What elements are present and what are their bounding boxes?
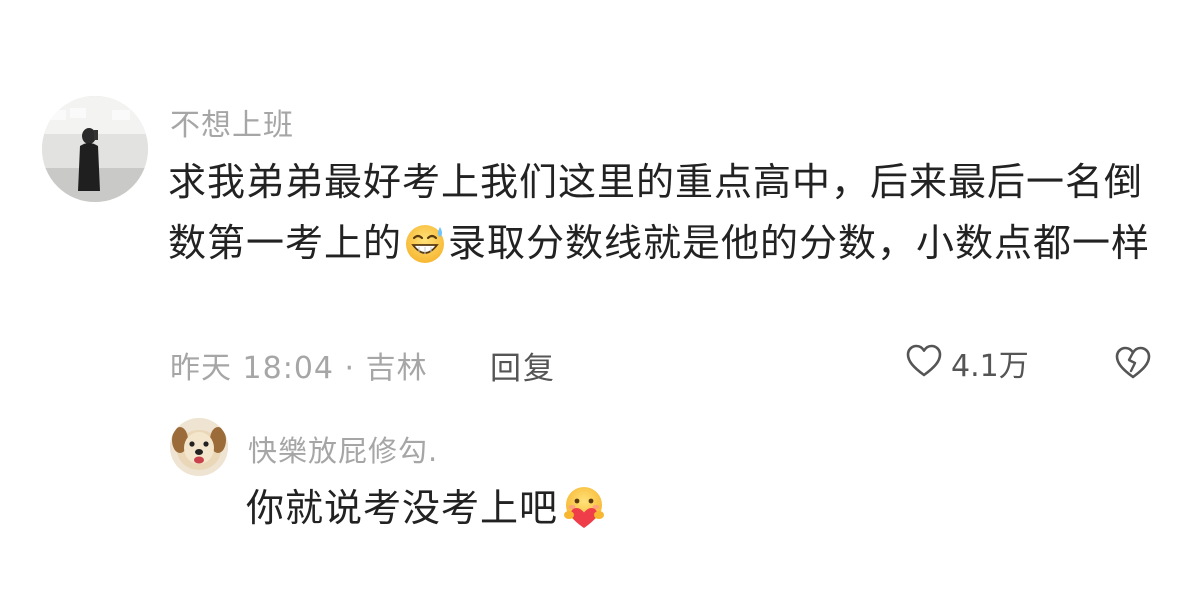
avatar[interactable] — [42, 96, 148, 202]
reply-text: 你就说考没考上吧 — [246, 478, 610, 548]
comment-username[interactable]: 不想上班 — [170, 100, 294, 144]
heart-hug-emoji-icon — [559, 484, 609, 548]
reply-button[interactable]: 回复 — [490, 343, 556, 388]
comment-text-part2: 录取分数线就是他的分数，小数点都一样 — [448, 221, 1151, 265]
reply-avatar[interactable] — [170, 418, 228, 476]
like-count: 4.1万 — [951, 349, 1029, 384]
comment-thread: 不想上班 求我弟弟最好考上我们这里的重点高中，后来最后一名倒数第一考上的 录取分… — [0, 0, 1200, 600]
broken-heart-icon — [1113, 346, 1153, 385]
reply-text-content: 你就说考没考上吧 — [246, 486, 559, 530]
comment-text: 求我弟弟最好考上我们这里的重点高中，后来最后一名倒数第一考上的 录取分数线就是他… — [168, 152, 1158, 283]
heart-outline-icon — [905, 343, 943, 383]
grinning-sweat-emoji-icon — [403, 221, 447, 283]
like-button[interactable]: 4.1万 — [905, 343, 1029, 384]
dislike-button[interactable] — [1113, 345, 1153, 385]
comment-meta: 昨天 18:04 · 吉林 — [170, 351, 428, 386]
reply-username[interactable]: 快樂放屁修勾. — [248, 428, 438, 470]
